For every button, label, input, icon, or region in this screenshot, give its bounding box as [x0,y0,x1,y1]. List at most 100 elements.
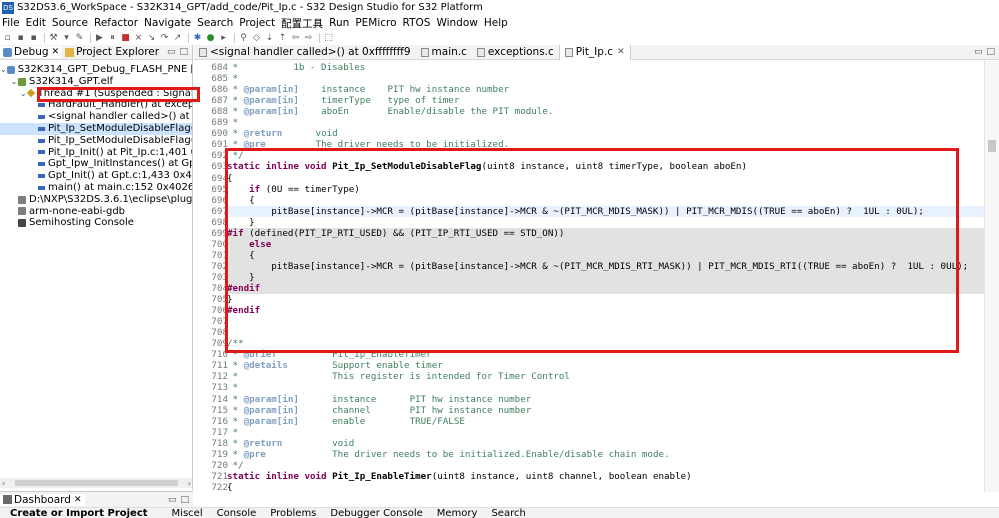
step-over-icon[interactable]: ↷ [159,33,170,43]
tab-dashboard[interactable]: Dashboard ✕ [0,493,85,506]
menu-config-tools[interactable]: 配置工具 [278,16,326,31]
code-line[interactable]: * @pre The driver needs to be initialize… [227,139,510,150]
menu-navigate[interactable]: Navigate [141,17,194,29]
tab-search[interactable]: Search [491,508,525,518]
tree-gdb[interactable]: arm-none-eabi-gdb [0,206,192,218]
stack-frame[interactable]: Pit_Ip_SetModuleDisableFlag() at [0,135,192,147]
stack-frame[interactable]: Gpt_Ipw_InitInstances() at Gpt_Ip [0,158,192,170]
menu-project[interactable]: Project [236,17,278,29]
stack-frame[interactable]: <signal handler called>() at 0xffff [0,111,192,123]
minimize-icon[interactable]: ▭ [974,47,983,57]
code-line[interactable]: * @param[in] timerType type of timer [227,95,460,106]
menu-edit[interactable]: Edit [23,17,49,29]
step-into-icon[interactable]: ↘ [146,33,157,43]
tab-debugger-console[interactable]: Debugger Console [330,508,422,518]
code-line[interactable]: static inline void Pit_Ip_SetModuleDisab… [227,161,747,172]
editor-tab-main-c[interactable]: main.c [416,45,472,60]
tree-semihosting[interactable]: Semihosting Console [0,217,192,229]
scroll-right-icon[interactable]: › [188,479,191,488]
tree-thread[interactable]: ⌄ Thread #1 (Suspended : Signal : SIGT [0,88,192,100]
editor-tab-signal-handler[interactable]: <signal handler called>() at 0xffffffff9 [194,45,416,60]
minimize-icon[interactable]: ▭ [168,495,177,505]
step-return-icon[interactable]: ↗ [172,33,183,43]
code-line[interactable]: * @param[in] instance PIT hw instance nu… [227,394,532,405]
build-icon[interactable]: ⚒ [48,33,59,43]
menu-help[interactable]: Help [481,17,511,29]
tab-memory[interactable]: Memory [437,508,478,518]
code-line[interactable]: * @param[in] channel PIT hw instance num… [227,405,532,416]
tree-elf[interactable]: ⌄ S32K314_GPT.elf [0,76,192,88]
code-line[interactable]: } [227,294,233,305]
forward-icon[interactable]: ⇨ [303,33,314,43]
stack-frame[interactable]: Gpt_Init() at Gpt.c:1,433 0x40565 [0,170,192,182]
code-line[interactable]: * [227,117,239,128]
terminate-icon[interactable]: ■ [120,33,131,43]
menu-search[interactable]: Search [194,17,236,29]
clean-icon[interactable]: ✎ [74,33,85,43]
tab-project-explorer[interactable]: Project Explorer [62,46,162,58]
scroll-thumb[interactable] [15,480,178,486]
maximize-icon[interactable]: □ [986,47,995,57]
tab-miscellaneous[interactable]: Miscel [162,508,203,518]
search-icon[interactable]: ⚲ [238,33,249,43]
code-line[interactable]: * 1b - Disables [227,62,366,73]
code-line[interactable]: else [227,238,984,250]
debug-icon[interactable]: ✱ [192,33,203,43]
code-line[interactable]: #endif [227,283,984,295]
suspend-icon[interactable]: ⏸ [107,33,118,43]
code-line[interactable]: #if (defined(PIT_IP_RTI_USED) && (PIT_IP… [227,227,984,239]
resume-icon[interactable]: ▶ [94,33,105,43]
menu-run[interactable]: Run [326,17,352,29]
stack-frame-selected[interactable]: Pit_Ip_SetModuleDisableFlag() at [0,122,192,135]
next-annotation-icon[interactable]: ⇣ [264,33,275,43]
save-all-icon[interactable]: ▪ [28,33,39,43]
code-line[interactable]: { [227,482,233,492]
code-line[interactable]: } [227,217,255,228]
build-dropdown-icon[interactable]: ▾ [61,33,72,43]
code-line[interactable]: } [227,271,984,283]
expanded-chevron-icon[interactable]: ⌄ [20,88,27,100]
code-line[interactable]: * @param[in] enable TRUE/FALSE [227,416,465,427]
new-icon[interactable]: ▫ [2,33,13,43]
code-line[interactable]: */ [227,460,244,471]
expanded-chevron-icon[interactable]: ⌄ [10,76,18,88]
maximize-icon[interactable]: □ [180,495,189,505]
close-icon[interactable]: ✕ [617,47,625,57]
code-line[interactable]: * [227,382,239,393]
scroll-thumb[interactable] [988,140,996,152]
code-line[interactable]: * @param[in] instance PIT hw instance nu… [227,84,510,95]
code-line[interactable]: #endif [227,305,260,316]
expanded-chevron-icon[interactable]: ⌄ [0,64,7,76]
code-line[interactable]: pitBase[instance]->MCR = (pitBase[instan… [227,205,984,217]
external-tools-icon[interactable]: ▸ [218,33,229,43]
maximize-icon[interactable]: □ [179,47,188,57]
menu-window[interactable]: Window [433,17,480,29]
stack-frame[interactable]: Pit_Ip_Init() at Pit_Ip.c:1,401 0x40 [0,147,192,159]
code-line[interactable]: * @param[in] aboEn Enable/disable the PI… [227,106,554,117]
code-line[interactable]: */ [227,150,244,161]
tab-debug[interactable]: Debug ✕ [0,46,63,58]
code-editor[interactable]: 684 * 1b - Disables 685 * 686 * @param[in]… [194,60,984,492]
code-line[interactable]: * This register is intended for Timer Co… [227,371,570,382]
tree-launch[interactable]: ⌄ S32K314_GPT_Debug_FLASH_PNE [GDB P [0,64,192,76]
close-icon[interactable]: ✕ [74,495,82,505]
tree-process-path[interactable]: D:\NXP\S32DS.3.6.1\eclipse\plugins\cc [0,194,192,206]
code-line[interactable]: { [227,249,984,261]
tab-problems[interactable]: Problems [270,508,316,518]
editor-tab-pit-ip-c[interactable]: Pit_Ip.c ✕ [558,44,631,60]
code-line[interactable]: pitBase[instance]->MCR = (pitBase[instan… [227,260,984,272]
code-line[interactable]: * [227,427,239,438]
code-line[interactable]: * @pre The driver needs to be initialize… [227,449,670,460]
disconnect-icon[interactable]: ⨯ [133,33,144,43]
stack-frame[interactable]: main() at main.c:152 0x40266a [0,182,192,194]
run-icon[interactable]: ● [205,33,216,43]
code-line[interactable]: * [227,73,239,84]
code-line[interactable]: static inline void Pit_Ip_EnableTimer(ui… [227,471,692,482]
tab-console[interactable]: Console [217,508,257,518]
code-line[interactable]: if (0U == timerType) [227,184,360,195]
code-line[interactable]: * @brief Pit_Ip_EnableTimer [227,349,432,360]
scroll-left-icon[interactable]: ‹ [2,479,5,488]
editor-vscroll[interactable] [984,60,999,492]
debug-view-hscroll[interactable]: ‹ › [0,478,192,488]
minimize-icon[interactable]: ▭ [167,47,176,57]
